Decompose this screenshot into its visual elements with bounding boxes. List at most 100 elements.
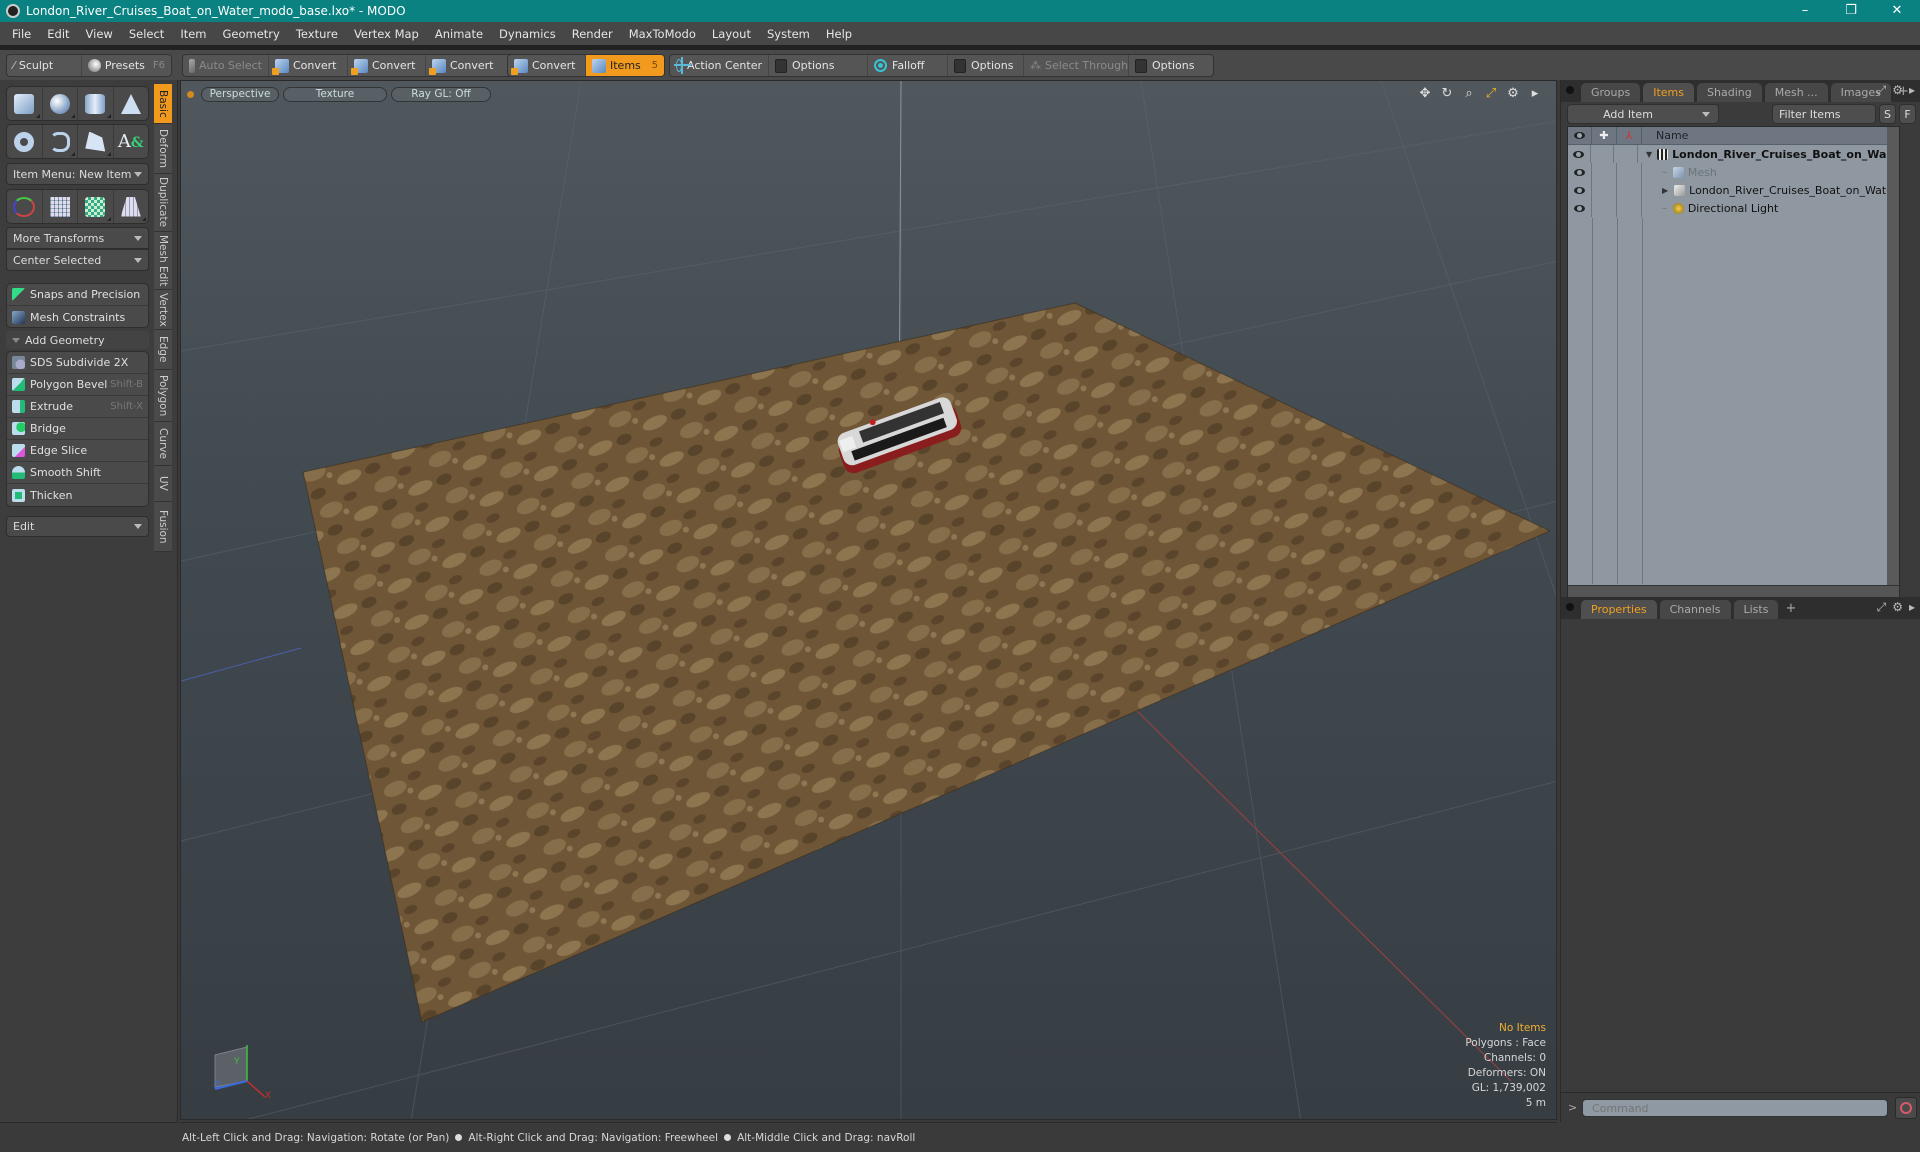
expand-arrow-icon[interactable]: ▸ — [1909, 600, 1915, 615]
tab-items[interactable]: Items — [1643, 83, 1695, 102]
tab-groups[interactable]: Groups — [1581, 83, 1641, 102]
menu-item[interactable]: Item — [172, 27, 214, 41]
thicken-button[interactable]: Thicken — [7, 484, 148, 506]
gear-icon[interactable]: ⚙ — [1506, 87, 1520, 101]
tab-lists[interactable]: Lists — [1733, 600, 1779, 619]
pen-tool[interactable] — [78, 125, 114, 158]
shading-mode-button[interactable]: Texture — [283, 87, 387, 102]
visibility-column-header[interactable] — [1568, 127, 1592, 144]
zoom-icon[interactable]: ⌕ — [1462, 87, 1476, 101]
menu-system[interactable]: System — [759, 27, 818, 41]
expand-arrow-icon[interactable]: ▶ — [1662, 186, 1668, 195]
edge-slice-button[interactable]: Edge Slice — [7, 440, 148, 462]
tree-vertical-scrollbar[interactable] — [1887, 127, 1899, 597]
vtab-curve[interactable]: Curve — [154, 422, 172, 466]
text-tool[interactable]: A& — [114, 125, 149, 158]
helix-tool[interactable] — [43, 125, 78, 158]
tab-properties[interactable]: Properties — [1581, 600, 1657, 619]
tree-row-scene[interactable]: ▼ London_River_Cruises_Boat_on_Wa... — [1568, 145, 1899, 163]
maximize-panel-icon[interactable]: ⤢ — [1877, 83, 1887, 98]
view-mode-button[interactable]: Perspective — [201, 87, 279, 102]
auto-select-button[interactable]: Auto Select — [183, 55, 269, 76]
maximize-button[interactable]: ❐ — [1828, 0, 1874, 22]
menu-texture[interactable]: Texture — [288, 27, 346, 41]
cone-tool[interactable] — [114, 87, 149, 120]
convert-materials-button[interactable]: Convert — [508, 55, 586, 76]
convert-vertices-button[interactable]: Convert — [269, 55, 348, 76]
vtab-deform[interactable]: Deform — [154, 124, 172, 174]
maximize-icon[interactable]: ⤢ — [1484, 87, 1498, 101]
add-geometry-header[interactable]: Add Geometry — [6, 331, 149, 349]
tree-row-group[interactable]: ▶ London_River_Cruises_Boat_on_Water — [1568, 181, 1899, 199]
menu-geometry[interactable]: Geometry — [215, 27, 288, 41]
menu-render[interactable]: Render — [564, 27, 621, 41]
rotate-icon[interactable]: ↻ — [1440, 87, 1454, 101]
vtab-uv[interactable]: UV — [154, 466, 172, 502]
menu-edit[interactable]: Edit — [39, 27, 77, 41]
sds-subdivide-button[interactable]: SDS Subdivide 2X — [7, 352, 148, 374]
expand-arrow-icon[interactable]: ▸ — [1528, 87, 1542, 101]
tab-mesh[interactable]: Mesh ... — [1764, 83, 1828, 102]
mesh-constraints-button[interactable]: Mesh Constraints — [7, 306, 148, 328]
checker-tool[interactable] — [78, 190, 114, 223]
select-through-options-button[interactable]: Options — [1129, 55, 1200, 76]
uv-grid-tool[interactable] — [43, 190, 78, 223]
eye-icon[interactable] — [1573, 150, 1585, 158]
polygon-bevel-button[interactable]: Polygon Bevel Shift-B — [7, 374, 148, 396]
more-transforms-dropdown[interactable]: More Transforms — [6, 227, 149, 249]
extrude-button[interactable]: Extrude Shift-X — [7, 396, 148, 418]
tab-shading[interactable]: Shading — [1697, 83, 1762, 102]
command-input[interactable] — [1582, 1099, 1888, 1117]
viewport-menu-dot[interactable] — [187, 91, 194, 98]
edit-dropdown[interactable]: Edit — [6, 516, 149, 537]
vtab-duplicate[interactable]: Duplicate — [154, 174, 172, 232]
menu-vertex-map[interactable]: Vertex Map — [346, 27, 427, 41]
expand-arrow-icon[interactable]: ▸ — [1909, 83, 1915, 98]
item-menu-dropdown[interactable]: Item Menu: New Item — [6, 163, 149, 185]
menu-animate[interactable]: Animate — [427, 27, 491, 41]
expand-triangle-icon[interactable]: ▼ — [1646, 150, 1652, 159]
snaps-and-precision-button[interactable]: Snaps and Precision — [7, 284, 148, 306]
pivot-column-header[interactable]: ⅄ — [1617, 127, 1642, 144]
menu-dynamics[interactable]: Dynamics — [491, 27, 564, 41]
f-button[interactable]: F — [1899, 104, 1916, 124]
vtab-vertex[interactable]: Vertex — [154, 290, 172, 330]
transform-tool[interactable] — [7, 190, 43, 223]
minimize-button[interactable]: – — [1782, 0, 1828, 22]
3d-viewport[interactable]: Perspective Texture Ray GL: Off ✥ ↻ ⌕ ⤢ … — [180, 80, 1557, 1120]
perspective-grid-tool[interactable] — [114, 190, 149, 223]
bridge-button[interactable]: Bridge — [7, 418, 148, 440]
menu-layout[interactable]: Layout — [704, 27, 759, 41]
close-button[interactable]: ✕ — [1874, 0, 1920, 22]
tree-row-mesh[interactable]: ┄ Mesh — [1568, 163, 1899, 181]
eye-icon[interactable] — [1574, 186, 1585, 194]
torus-tool[interactable] — [7, 125, 43, 158]
command-history-button[interactable] — [1895, 1097, 1917, 1119]
smooth-shift-button[interactable]: Smooth Shift — [7, 462, 148, 484]
sphere-tool[interactable] — [43, 87, 78, 120]
convert-edges-button[interactable]: Convert — [348, 55, 426, 76]
action-center-options-button[interactable]: Options — [769, 55, 868, 76]
panel-menu-dot[interactable] — [1566, 603, 1574, 611]
vtab-edge[interactable]: Edge — [154, 330, 172, 370]
menu-file[interactable]: File — [4, 27, 39, 41]
pan-icon[interactable]: ✥ — [1418, 87, 1432, 101]
falloff-options-button[interactable]: Options — [948, 55, 1024, 76]
center-selected-dropdown[interactable]: Center Selected — [6, 249, 149, 271]
cube-tool[interactable] — [7, 87, 43, 120]
vtab-mesh-edit[interactable]: Mesh Edit — [154, 232, 172, 290]
sculpt-button[interactable]: ⁄ Sculpt — [7, 55, 82, 76]
filter-items-input[interactable]: Filter Items — [1772, 104, 1876, 124]
gear-icon[interactable]: ⚙ — [1892, 83, 1903, 98]
cylinder-tool[interactable] — [78, 87, 114, 120]
name-column-header[interactable]: Name — [1642, 127, 1899, 144]
falloff-button[interactable]: Falloff — [868, 55, 948, 76]
panel-menu-dot[interactable] — [1566, 86, 1574, 94]
items-mode-button[interactable]: Items 5 — [586, 55, 664, 76]
add-tab-icon[interactable]: + — [1785, 601, 1796, 616]
raygl-button[interactable]: Ray GL: Off — [391, 87, 491, 102]
add-item-button[interactable]: Add Item — [1567, 104, 1719, 124]
vtab-basic[interactable]: Basic — [154, 84, 172, 124]
s-button[interactable]: S — [1879, 104, 1896, 124]
eye-icon[interactable] — [1574, 204, 1585, 212]
